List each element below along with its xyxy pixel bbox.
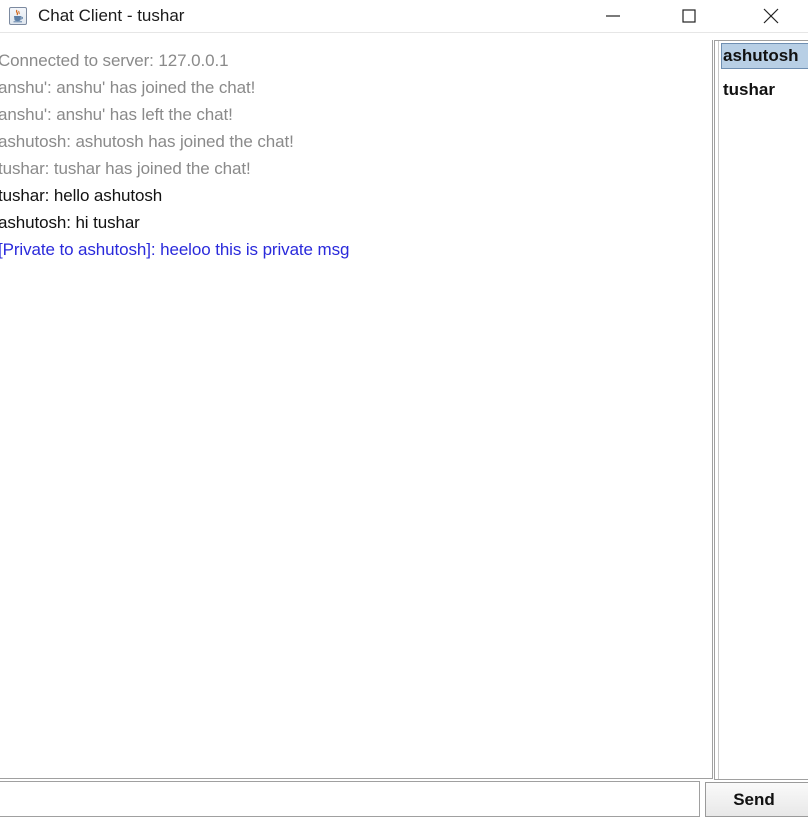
maximize-button[interactable]	[666, 0, 712, 32]
minimize-icon	[606, 15, 620, 17]
maximize-icon	[682, 9, 696, 23]
chat-message: ashutosh: ashutosh has joined the chat!	[0, 132, 294, 151]
user-list[interactable]: ashutosh tushar	[714, 40, 808, 780]
chat-transcript[interactable]: Connected to server: 127.0.0.1 anshu': a…	[0, 40, 713, 779]
window-title: Chat Client - tushar	[38, 6, 185, 25]
chat-message: Connected to server: 127.0.0.1	[0, 51, 229, 70]
chat-message: tushar: tushar has joined the chat!	[0, 159, 251, 178]
user-list-item-ashutosh[interactable]: ashutosh	[721, 43, 808, 69]
chat-message: anshu': anshu' has joined the chat!	[0, 78, 256, 97]
chat-message: ashutosh: hi tushar	[0, 213, 140, 232]
user-list-item-tushar[interactable]: tushar	[721, 77, 808, 103]
title-bar: Chat Client - tushar	[0, 0, 808, 33]
chat-message: tushar: hello ashutosh	[0, 186, 163, 205]
chat-message: anshu': anshu' has left the chat!	[0, 105, 233, 124]
close-button[interactable]	[748, 0, 794, 32]
java-cup-icon[interactable]	[9, 7, 27, 25]
send-button[interactable]: Send	[705, 782, 808, 817]
message-input[interactable]	[0, 781, 700, 817]
minimize-button[interactable]	[590, 0, 636, 32]
chat-message-private: [Private to ashutosh]: heeloo this is pr…	[0, 240, 350, 259]
close-icon	[763, 8, 779, 24]
